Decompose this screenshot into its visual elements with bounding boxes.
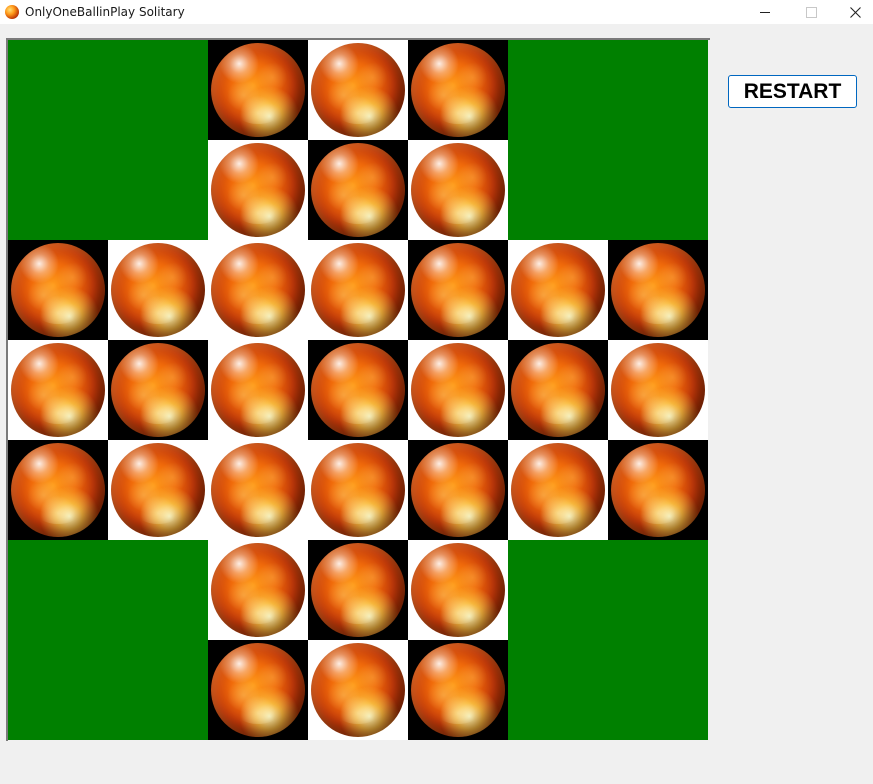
board-corner-area (8, 40, 108, 140)
board-corner-area (8, 640, 108, 740)
fire-ball-peg[interactable] (411, 43, 505, 137)
fire-ball-peg[interactable] (411, 143, 505, 237)
board-hole[interactable] (508, 440, 608, 540)
board-corner-area (608, 540, 708, 640)
board-corner-area (108, 140, 208, 240)
game-board (6, 38, 710, 741)
fire-ball-peg[interactable] (611, 443, 705, 537)
board-hole[interactable] (408, 40, 508, 140)
fire-ball-peg[interactable] (311, 243, 405, 337)
board-hole[interactable] (308, 440, 408, 540)
fire-ball-peg[interactable] (511, 443, 605, 537)
board-corner-area (508, 140, 608, 240)
maximize-icon (805, 6, 817, 18)
board-hole[interactable] (208, 540, 308, 640)
window-title: OnlyOneBallinPlay Solitary (25, 5, 185, 19)
minimize-button[interactable] (742, 0, 788, 24)
fire-ball-peg[interactable] (211, 243, 305, 337)
fire-ball-peg[interactable] (211, 143, 305, 237)
maximize-button[interactable] (788, 0, 834, 24)
board-corner-area (108, 640, 208, 740)
board-hole[interactable] (408, 540, 508, 640)
fire-ball-peg[interactable] (11, 443, 105, 537)
fire-ball-peg[interactable] (411, 243, 505, 337)
fire-ball-peg[interactable] (211, 43, 305, 137)
fire-ball-peg[interactable] (11, 343, 105, 437)
fire-ball-peg[interactable] (211, 643, 305, 737)
board-hole[interactable] (408, 240, 508, 340)
board-hole[interactable] (8, 340, 108, 440)
minimize-icon (760, 11, 770, 13)
board-hole[interactable] (408, 640, 508, 740)
board-hole[interactable] (208, 340, 308, 440)
board-hole[interactable] (608, 340, 708, 440)
fire-ball-peg[interactable] (411, 643, 505, 737)
fire-ball-peg[interactable] (111, 443, 205, 537)
board-hole[interactable] (108, 440, 208, 540)
board-grid (8, 40, 710, 741)
fire-ball-peg[interactable] (411, 543, 505, 637)
board-corner-area (108, 540, 208, 640)
board-hole[interactable] (508, 240, 608, 340)
board-hole[interactable] (108, 240, 208, 340)
board-corner-area (508, 540, 608, 640)
board-hole[interactable] (408, 440, 508, 540)
board-hole[interactable] (208, 140, 308, 240)
board-hole[interactable] (108, 340, 208, 440)
fire-ball-peg[interactable] (411, 343, 505, 437)
board-corner-area (508, 40, 608, 140)
fire-ball-peg[interactable] (311, 443, 405, 537)
board-hole[interactable] (508, 340, 608, 440)
board-hole[interactable] (308, 140, 408, 240)
board-corner-area (608, 140, 708, 240)
title-bar: OnlyOneBallinPlay Solitary (0, 0, 873, 24)
fire-ball-peg[interactable] (511, 243, 605, 337)
fire-ball-peg[interactable] (611, 243, 705, 337)
fire-ball-peg[interactable] (311, 643, 405, 737)
fire-ball-peg[interactable] (111, 243, 205, 337)
close-button[interactable] (832, 0, 873, 24)
board-hole[interactable] (8, 440, 108, 540)
close-icon (849, 6, 861, 18)
fire-ball-peg[interactable] (311, 143, 405, 237)
board-hole[interactable] (208, 440, 308, 540)
board-hole[interactable] (308, 240, 408, 340)
board-hole[interactable] (208, 240, 308, 340)
board-corner-area (108, 40, 208, 140)
fire-ball-peg[interactable] (211, 443, 305, 537)
board-hole[interactable] (208, 640, 308, 740)
fire-ball-peg[interactable] (11, 243, 105, 337)
fire-ball-peg[interactable] (511, 343, 605, 437)
board-hole[interactable] (308, 640, 408, 740)
board-hole[interactable] (608, 440, 708, 540)
fire-ball-peg[interactable] (411, 443, 505, 537)
board-corner-area (508, 640, 608, 740)
fire-ball-peg[interactable] (311, 343, 405, 437)
restart-button[interactable]: RESTART (728, 75, 857, 108)
board-corner-area (608, 40, 708, 140)
board-hole[interactable] (308, 40, 408, 140)
fire-ball-peg[interactable] (211, 343, 305, 437)
board-hole[interactable] (308, 540, 408, 640)
fire-ball-peg[interactable] (311, 543, 405, 637)
fire-ball-icon (5, 5, 19, 19)
board-corner-area (608, 640, 708, 740)
fire-ball-peg[interactable] (311, 43, 405, 137)
board-corner-area (8, 140, 108, 240)
board-hole[interactable] (8, 240, 108, 340)
board-hole[interactable] (208, 40, 308, 140)
board-hole[interactable] (308, 340, 408, 440)
board-hole[interactable] (408, 340, 508, 440)
board-hole[interactable] (408, 140, 508, 240)
fire-ball-peg[interactable] (111, 343, 205, 437)
board-hole[interactable] (608, 240, 708, 340)
fire-ball-peg[interactable] (211, 543, 305, 637)
fire-ball-peg[interactable] (611, 343, 705, 437)
board-corner-area (8, 540, 108, 640)
